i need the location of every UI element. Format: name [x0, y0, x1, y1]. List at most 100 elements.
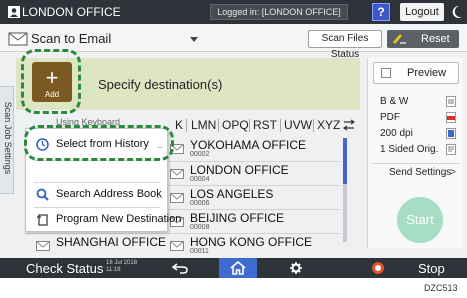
back-icon[interactable]: [172, 262, 188, 274]
preview-checkbox[interactable]: [381, 68, 391, 78]
color-mode-icon: [446, 96, 456, 107]
menu-item-label: Search Address Book: [56, 188, 162, 200]
search-icon: [36, 188, 49, 201]
address-entry[interactable]: HONG KONG OFFICE 00011: [170, 235, 340, 257]
index-tab-lmn[interactable]: LMN: [191, 118, 216, 132]
envelope-icon: [170, 169, 184, 179]
highlight-select-from-history: [24, 125, 174, 161]
entry-name: LOS ANGELES: [190, 187, 274, 201]
list-scrollbar[interactable]: [343, 138, 347, 242]
reset-icon: [393, 34, 406, 44]
index-divider: [280, 119, 281, 132]
file-type-setting[interactable]: PDF: [376, 112, 460, 125]
program-new-destination-item[interactable]: Program New Destination: [26, 209, 181, 231]
address-entry[interactable]: LOS ANGELES 00006: [170, 187, 340, 209]
menu-item-label: Program New Destination: [56, 213, 182, 225]
date-display: 18 Jul 2018: [106, 260, 138, 266]
address-entry[interactable]: YOKOHAMA OFFICE 00002: [170, 138, 340, 160]
address-entry[interactable]: SHANGHAI OFFICE 00007: [36, 227, 167, 257]
entry-number: 00004: [190, 176, 210, 183]
scan-files-status-button[interactable]: Scan Files Status: [308, 30, 382, 60]
index-tab-uvw[interactable]: UVW: [284, 118, 312, 132]
login-status: Logged in: [LONDON OFFICE]: [210, 4, 348, 20]
address-entry[interactable]: LONDON OFFICE 00004: [170, 163, 340, 185]
energy-saver-icon[interactable]: [450, 4, 464, 20]
entry-name: LONDON OFFICE: [190, 163, 289, 177]
row-divider: [168, 209, 340, 210]
bottom-bar: Check Status 18 Jul 2018 11:18 Stop: [0, 258, 467, 278]
reset-label: Reset: [421, 33, 450, 45]
entry-number: 00008: [190, 224, 210, 231]
highlight-add-button: [21, 49, 81, 114]
index-tab-k[interactable]: K: [175, 118, 183, 132]
help-button[interactable]: ?: [372, 3, 390, 21]
search-address-book-item[interactable]: Search Address Book ···: [26, 184, 167, 206]
destination-prompt: Specify destination(s): [98, 77, 223, 92]
color-mode-setting[interactable]: B & W: [376, 96, 460, 109]
reset-button[interactable]: Reset: [387, 30, 459, 48]
send-settings-label: Send Settings: [389, 167, 452, 178]
index-divider: [186, 119, 187, 132]
address-entry[interactable]: BEIJING OFFICE 00008: [170, 211, 340, 233]
entry-number: 00006: [190, 200, 210, 207]
preview-label: Preview: [407, 67, 447, 79]
gear-icon[interactable]: [290, 262, 302, 274]
original-sides-setting[interactable]: 1 Sided Orig.: [376, 144, 460, 157]
original-sides-icon: [446, 144, 456, 155]
send-settings-button[interactable]: Send Settings >: [373, 163, 459, 181]
entry-name: HONG KONG OFFICE: [190, 235, 313, 249]
menu-divider: [34, 182, 160, 183]
more-dots-icon: ···: [157, 193, 163, 202]
logged-in-user-label: LONDON OFFICE: [22, 5, 121, 19]
start-button[interactable]: Start: [397, 197, 443, 243]
entry-number: 00011: [190, 248, 209, 255]
home-button[interactable]: [219, 258, 257, 278]
index-divider: [218, 119, 219, 132]
entry-name: BEIJING OFFICE: [190, 211, 285, 225]
logout-button[interactable]: Logout: [400, 3, 444, 21]
envelope-icon: [170, 193, 184, 203]
pdf-icon: [446, 112, 456, 123]
switch-list-icon[interactable]: [343, 119, 355, 131]
index-tab-rst[interactable]: RST: [253, 118, 277, 132]
index-divider: [313, 119, 314, 132]
setting-value: 200 dpi: [380, 128, 413, 139]
date-time: 18 Jul 2018 11:18: [106, 260, 137, 274]
resolution-icon: [446, 128, 456, 139]
row-divider: [168, 161, 340, 162]
entry-name: SHANGHAI OFFICE: [56, 235, 167, 249]
scrollbar-thumb[interactable]: [343, 138, 347, 184]
top-bar: LONDON OFFICE Logged in: [LONDON OFFICE]…: [0, 0, 467, 24]
setting-value: B & W: [380, 96, 409, 107]
envelope-icon: [170, 241, 184, 251]
index-tab-opq[interactable]: OPQ: [222, 118, 249, 132]
stop-icon[interactable]: [372, 262, 384, 274]
resolution-setting[interactable]: 200 dpi: [376, 128, 460, 141]
chevron-down-icon[interactable]: [190, 37, 198, 42]
menu-divider: [34, 207, 160, 208]
row-divider: [168, 185, 340, 186]
check-status-button[interactable]: Check Status: [26, 261, 103, 276]
image-code: DZC513: [424, 283, 458, 293]
entry-name: YOKOHAMA OFFICE: [190, 138, 307, 152]
chevron-right-icon: >: [450, 167, 456, 178]
stop-button[interactable]: Stop: [418, 261, 445, 276]
program-destination-icon: [37, 214, 48, 226]
scan-job-settings-tab[interactable]: Scan Job Settings: [0, 86, 14, 194]
envelope-icon: [8, 32, 28, 46]
time-display: 11:18: [106, 267, 121, 273]
address-index-bar: K LMN OPQ RST UVW XYZ: [150, 116, 356, 136]
index-divider: [249, 119, 250, 132]
setting-value: 1 Sided Orig.: [380, 144, 439, 155]
index-tab-xyz[interactable]: XYZ: [317, 118, 340, 132]
device-screen: LONDON OFFICE Logged in: [LONDON OFFICE]…: [0, 0, 467, 278]
function-header: Scan to Email Scan Files Status Reset: [0, 24, 467, 60]
envelope-icon: [36, 241, 50, 251]
home-icon: [230, 261, 246, 275]
setting-value: PDF: [380, 112, 400, 123]
side-tab-label: Scan Job Settings: [3, 101, 13, 175]
function-selector[interactable]: Scan to Email: [31, 31, 111, 46]
user-icon: [8, 6, 20, 18]
entry-number: 00002: [190, 151, 210, 158]
preview-toggle[interactable]: Preview: [373, 62, 459, 84]
